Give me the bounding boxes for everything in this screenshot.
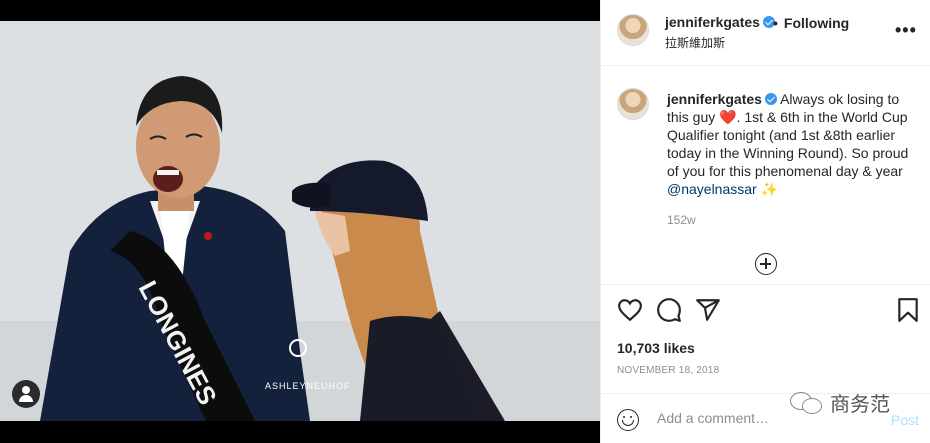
action-bar <box>601 284 930 336</box>
photo-watermark: ASHLEYNEUHOF <box>265 381 351 391</box>
likes-count[interactable]: 10,703 likes <box>617 340 695 356</box>
post-caption: jenniferkgates Always ok losing to this … <box>667 90 923 198</box>
follow-status-label: Following <box>783 15 850 31</box>
bookmark-icon[interactable] <box>895 297 921 323</box>
header-avatar[interactable] <box>617 14 649 46</box>
verified-badge-icon <box>764 93 777 105</box>
like-heart-icon[interactable] <box>617 297 643 323</box>
emoji-icon[interactable] <box>617 409 639 431</box>
photo-frame: LONGINES ASHLEYNEUHOF <box>0 0 600 443</box>
wechat-logo-icon <box>790 390 824 416</box>
comment-icon[interactable] <box>656 297 682 323</box>
location-link[interactable]: 拉斯維加斯 <box>665 34 725 51</box>
post-side-panel: jenniferkgates • Following 拉斯維加斯 ••• jenn… <box>600 0 930 443</box>
follow-status[interactable]: • Following <box>773 15 849 31</box>
user-tag-icon[interactable] <box>12 380 40 408</box>
separator-dot: • <box>773 15 778 31</box>
heart-emoji-icon: ❤️ <box>719 109 737 125</box>
caption-username[interactable]: jenniferkgates <box>667 91 762 107</box>
share-icon[interactable] <box>695 297 721 323</box>
caption-avatar[interactable] <box>617 88 649 120</box>
header-username[interactable]: jenniferkgates <box>665 14 760 30</box>
wechat-watermark: 商务范 <box>790 388 890 417</box>
post-photo[interactable]: LONGINES ASHLEYNEUHOF <box>0 21 600 421</box>
post-comment-button[interactable]: Post <box>891 412 919 428</box>
sparkle-emoji-icon: ✨ <box>760 181 779 197</box>
more-options-icon[interactable]: ••• <box>895 20 917 41</box>
watermark-text: 商务范 <box>830 392 890 416</box>
caption-mention-link[interactable]: @nayelnassar <box>667 181 757 197</box>
header-username-row: jenniferkgates <box>665 14 775 30</box>
post-date[interactable]: NOVEMBER 18, 2018 <box>617 365 719 376</box>
caption-timestamp[interactable]: 152w <box>667 213 696 227</box>
photo-illustration: LONGINES ASHLEYNEUHOF <box>0 21 600 421</box>
load-more-comments-plus-circle-icon[interactable] <box>755 253 777 275</box>
post-header: jenniferkgates • Following 拉斯維加斯 ••• <box>601 0 930 66</box>
